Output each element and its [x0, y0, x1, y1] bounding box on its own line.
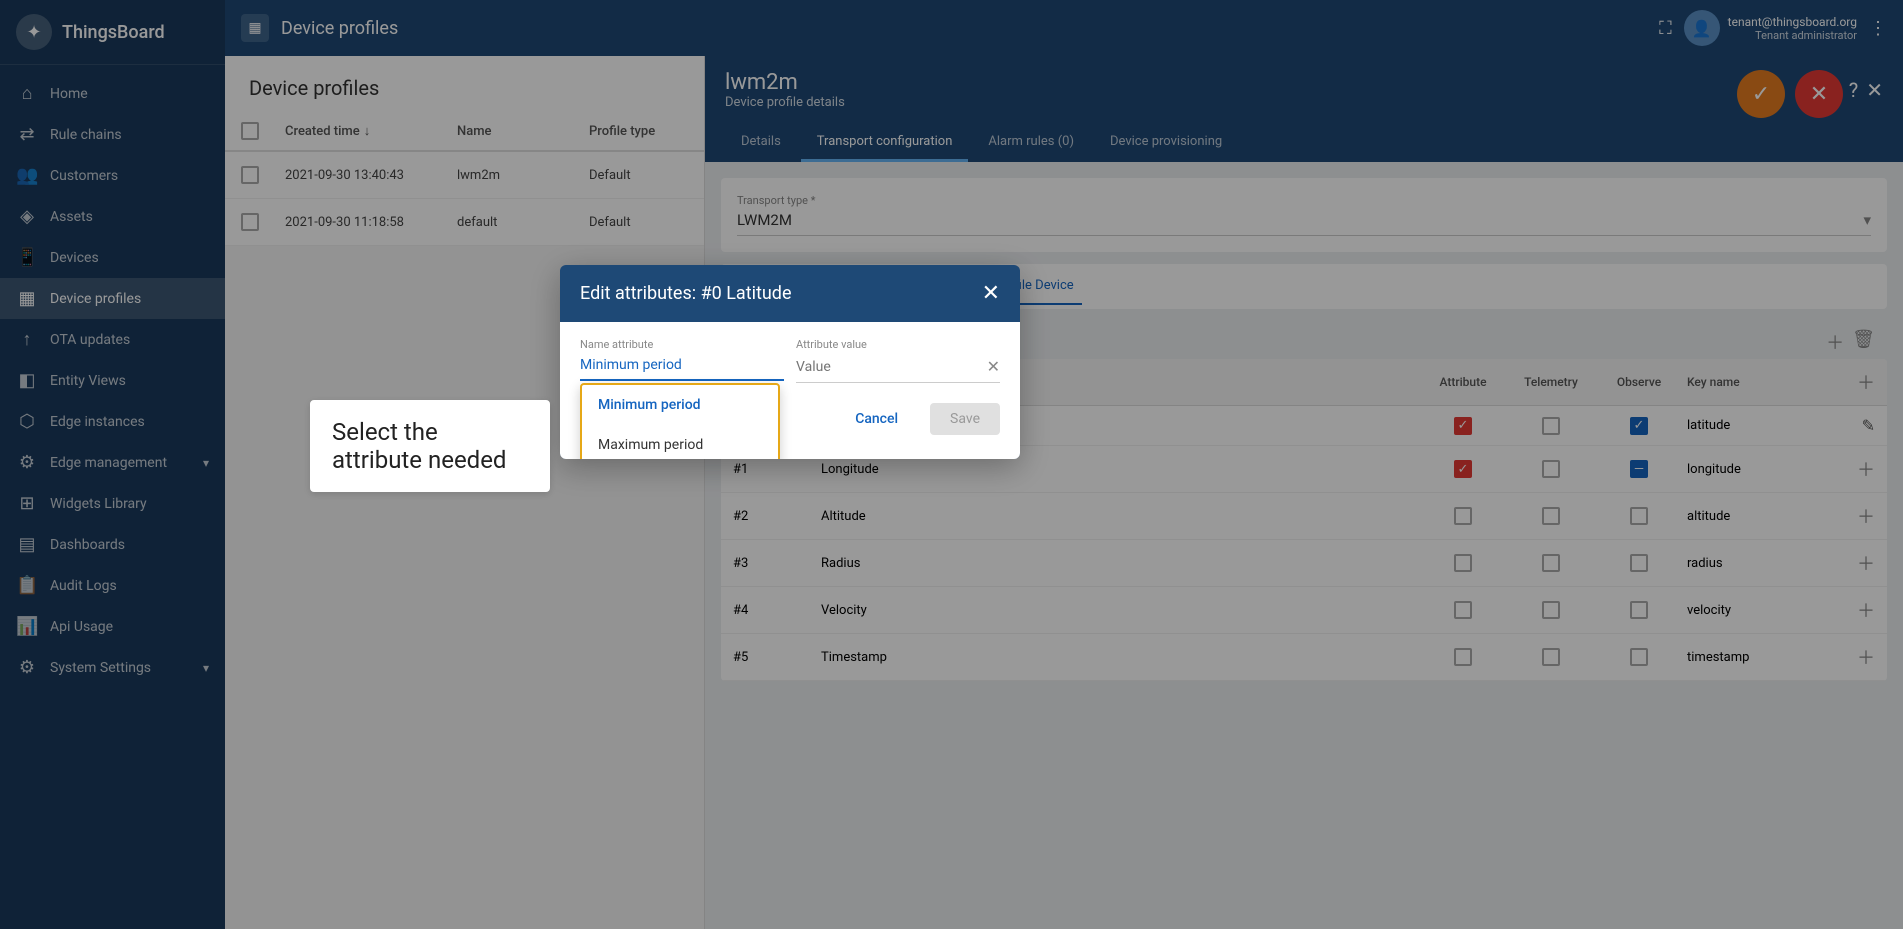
- callout-text: Select the attribute needed: [332, 418, 506, 474]
- callout-box: Select the attribute needed: [310, 400, 550, 492]
- modal-header: Edit attributes: #0 Latitude ✕: [560, 265, 1020, 322]
- modal-title: Edit attributes: #0 Latitude: [580, 283, 792, 304]
- attribute-value-input[interactable]: [796, 359, 987, 375]
- attribute-dropdown: Minimum period Maximum period Greater th…: [580, 383, 780, 459]
- edit-attributes-modal: Edit attributes: #0 Latitude ✕ Name attr…: [560, 265, 1020, 459]
- name-attribute-group: Name attribute Minimum period Minimum pe…: [580, 338, 784, 383]
- dropdown-item-min-period[interactable]: Minimum period: [582, 385, 778, 425]
- dropdown-item-max-period[interactable]: Maximum period: [582, 425, 778, 459]
- modal-overlay: Select the attribute needed Edit attribu…: [0, 0, 1903, 929]
- clear-value-button[interactable]: ✕: [987, 357, 1000, 376]
- name-attribute-label: Name attribute: [580, 338, 784, 351]
- modal-save-button[interactable]: Save: [930, 403, 1000, 435]
- modal-body: Name attribute Minimum period Minimum pe…: [560, 322, 1020, 459]
- modal-close-button[interactable]: ✕: [982, 281, 1000, 306]
- attribute-value-field-wrapper: ✕: [796, 357, 1000, 383]
- modal-cancel-button[interactable]: Cancel: [835, 403, 918, 435]
- name-attribute-field[interactable]: Minimum period: [580, 357, 784, 381]
- attribute-value-label: Attribute value: [796, 338, 1000, 351]
- modal-form-row: Name attribute Minimum period Minimum pe…: [580, 338, 1000, 383]
- selected-attribute-value: Minimum period: [580, 357, 784, 373]
- attribute-value-group: Attribute value ✕: [796, 338, 1000, 383]
